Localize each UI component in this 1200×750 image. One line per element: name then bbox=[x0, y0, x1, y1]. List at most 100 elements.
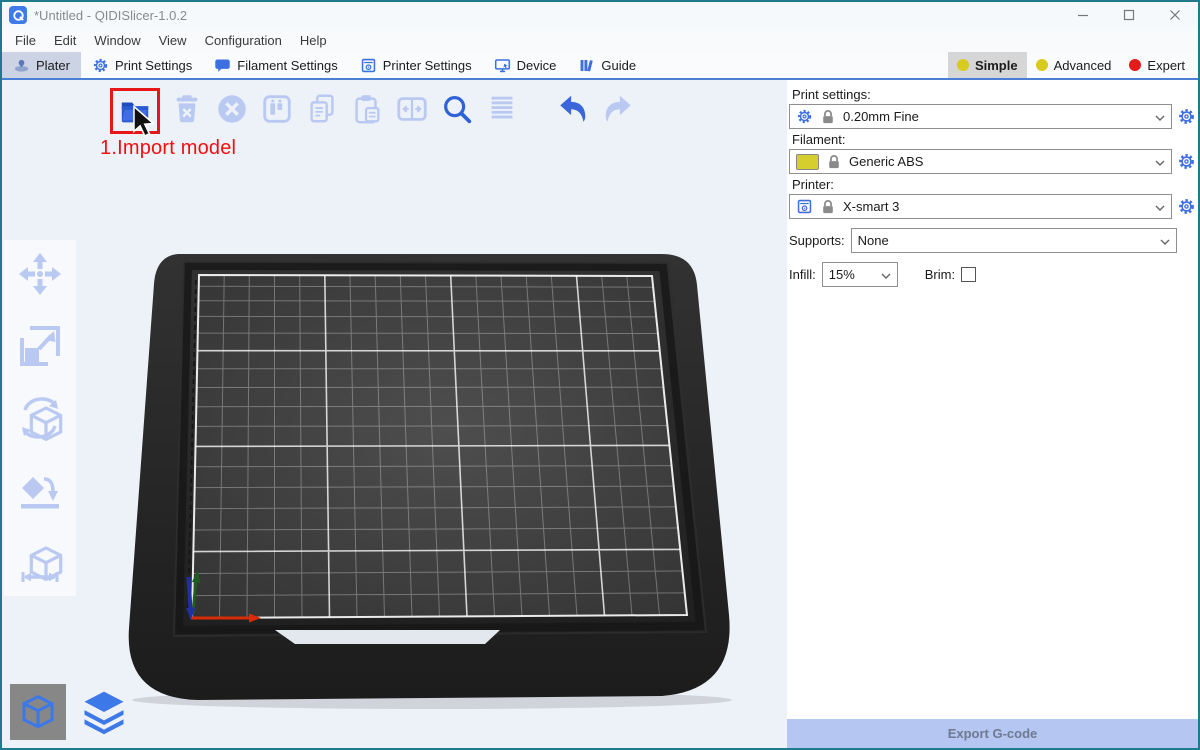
3d-view-cube-icon bbox=[15, 689, 61, 735]
search-button[interactable] bbox=[437, 88, 477, 130]
place-on-face-button[interactable] bbox=[16, 466, 64, 514]
printer-icon bbox=[360, 57, 377, 74]
preview-layers-button[interactable] bbox=[76, 684, 132, 740]
printer-label: Printer: bbox=[792, 177, 1196, 192]
tab-printer-settings[interactable]: Printer Settings bbox=[349, 52, 483, 78]
export-gcode-button[interactable]: Export G-code bbox=[787, 719, 1198, 748]
menu-help[interactable]: Help bbox=[291, 28, 336, 52]
infill-label: Infill: bbox=[789, 267, 816, 282]
maximize-button[interactable] bbox=[1106, 2, 1152, 28]
object-manipulation-toolbar bbox=[4, 240, 76, 596]
tab-print-settings[interactable]: Print Settings bbox=[81, 52, 203, 78]
gear-icon bbox=[92, 57, 109, 74]
print-preset-combo[interactable]: 0.20mm Fine bbox=[789, 104, 1172, 129]
tab-filament-settings[interactable]: Filament Settings bbox=[203, 52, 348, 78]
chevron-down-icon bbox=[881, 267, 891, 282]
chevron-down-icon bbox=[1155, 199, 1165, 214]
mode-expert[interactable]: Expert bbox=[1120, 52, 1194, 78]
undo-button[interactable] bbox=[553, 88, 593, 130]
filament-icon bbox=[214, 57, 231, 74]
import-annotation: 1.Import model bbox=[100, 137, 236, 160]
delete-button[interactable] bbox=[167, 88, 207, 130]
filament-preset-combo[interactable]: Generic ABS bbox=[789, 149, 1172, 174]
move-button[interactable] bbox=[16, 250, 64, 298]
tab-device[interactable]: Device bbox=[483, 52, 568, 78]
copy-button[interactable] bbox=[302, 88, 342, 130]
measure-button[interactable] bbox=[16, 538, 64, 586]
edit-print-settings-button[interactable] bbox=[1177, 107, 1196, 126]
supports-combo[interactable]: None bbox=[851, 228, 1177, 253]
menu-edit[interactable]: Edit bbox=[45, 28, 85, 52]
menu-configuration[interactable]: Configuration bbox=[196, 28, 291, 52]
arrange-icon bbox=[260, 92, 294, 126]
printer-preset-combo[interactable]: X-smart 3 bbox=[789, 194, 1172, 219]
lock-icon bbox=[821, 109, 835, 125]
mode-advanced[interactable]: Advanced bbox=[1027, 52, 1121, 78]
mode-simple[interactable]: Simple bbox=[948, 52, 1027, 78]
edit-printer-settings-button[interactable] bbox=[1177, 197, 1196, 216]
tabbar: Plater Print Settings Filament Settings … bbox=[2, 52, 1198, 80]
infill-value: 15% bbox=[829, 267, 855, 282]
layer-height-icon bbox=[485, 92, 519, 126]
view-toolbar bbox=[10, 684, 132, 740]
lock-icon bbox=[827, 154, 841, 170]
split-objects-button[interactable] bbox=[392, 88, 432, 130]
mode-label: Advanced bbox=[1054, 58, 1112, 73]
paste-button[interactable] bbox=[347, 88, 387, 130]
rotate-icon bbox=[16, 394, 64, 442]
mouse-cursor-icon bbox=[127, 105, 161, 139]
move-icon bbox=[16, 250, 64, 298]
close-button[interactable] bbox=[1152, 2, 1198, 28]
brim-checkbox[interactable] bbox=[961, 267, 976, 282]
menu-file[interactable]: File bbox=[6, 28, 45, 52]
search-icon bbox=[440, 92, 474, 126]
delete-all-button[interactable] bbox=[212, 88, 252, 130]
3d-viewport[interactable]: 1.Import model bbox=[2, 80, 787, 748]
menu-view[interactable]: View bbox=[150, 28, 196, 52]
paste-icon bbox=[350, 92, 384, 126]
build-plate bbox=[2, 80, 787, 748]
mode-selector: Simple Advanced Expert bbox=[948, 52, 1194, 78]
tab-label: Filament Settings bbox=[237, 58, 337, 73]
print-settings-label: Print settings: bbox=[792, 87, 1196, 102]
delete-icon bbox=[170, 92, 204, 126]
guide-icon bbox=[578, 57, 595, 74]
arrange-button[interactable] bbox=[257, 88, 297, 130]
tab-plater[interactable]: Plater bbox=[2, 52, 81, 78]
menubar: File Edit Window View Configuration Help bbox=[2, 28, 1198, 52]
tab-guide[interactable]: Guide bbox=[567, 52, 647, 78]
menu-window[interactable]: Window bbox=[85, 28, 149, 52]
delete-all-icon bbox=[215, 92, 249, 126]
tab-label: Guide bbox=[601, 58, 636, 73]
3d-view-button[interactable] bbox=[10, 684, 66, 740]
brim-label: Brim: bbox=[925, 267, 955, 282]
expert-dot-icon bbox=[1129, 59, 1141, 71]
supports-label: Supports: bbox=[789, 233, 845, 248]
lock-icon bbox=[821, 199, 835, 215]
infill-combo[interactable]: 15% bbox=[822, 262, 898, 287]
app-logo-icon bbox=[9, 6, 27, 24]
minimize-button[interactable] bbox=[1060, 2, 1106, 28]
filament-label: Filament: bbox=[792, 132, 1196, 147]
scale-button[interactable] bbox=[16, 322, 64, 370]
copy-icon bbox=[305, 92, 339, 126]
plater-icon bbox=[13, 57, 30, 74]
mode-label: Expert bbox=[1147, 58, 1185, 73]
tab-label: Printer Settings bbox=[383, 58, 472, 73]
rotate-button[interactable] bbox=[16, 394, 64, 442]
layers-stack-icon bbox=[78, 686, 130, 738]
filament-color-swatch bbox=[796, 154, 819, 170]
chevron-down-icon bbox=[1160, 233, 1170, 248]
edit-filament-settings-button[interactable] bbox=[1177, 152, 1196, 171]
import-model-button[interactable] bbox=[110, 88, 160, 134]
chevron-down-icon bbox=[1155, 109, 1165, 124]
printer-preset-value: X-smart 3 bbox=[843, 199, 899, 214]
redo-button[interactable] bbox=[598, 88, 638, 130]
variable-layer-height-button[interactable] bbox=[482, 88, 522, 130]
advanced-dot-icon bbox=[1036, 59, 1048, 71]
place-on-face-icon bbox=[16, 466, 64, 514]
filament-preset-value: Generic ABS bbox=[849, 154, 923, 169]
print-preset-value: 0.20mm Fine bbox=[843, 109, 919, 124]
tab-label: Print Settings bbox=[115, 58, 192, 73]
window-title: *Untitled - QIDISlicer-1.0.2 bbox=[34, 8, 187, 23]
